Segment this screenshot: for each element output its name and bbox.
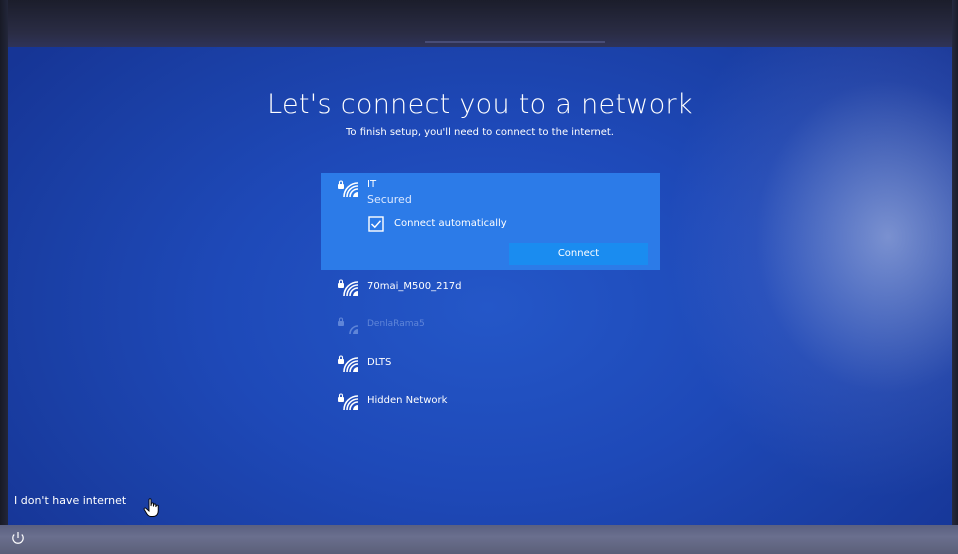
connect-button[interactable]: Connect [509,243,648,265]
connect-automatically-label: Connect automatically [394,218,507,229]
wifi-secured-icon [338,279,359,297]
network-list: IT Secured Connect automatically Connect… [321,173,661,422]
oobe-screen: Let's connect you to a network To finish… [8,47,952,525]
network-name: IT [367,179,377,190]
page-subtitle: To finish setup, you'll need to connect … [346,127,614,138]
wifi-secured-icon [338,355,359,373]
monitor-bezel-right [952,0,958,554]
wifi-secured-icon [338,393,359,411]
network-item-it[interactable]: IT Secured Connect automatically Connect [321,173,660,270]
network-name: Hidden Network [367,395,448,406]
monitor-bezel-left [0,0,8,554]
power-icon[interactable] [10,530,26,546]
network-name: 70mai_M500_217d [367,281,462,292]
page-title: Let's connect you to a network [267,89,693,120]
network-status: Secured [367,193,412,206]
monitor-bezel-top [0,0,958,47]
network-item-70mai[interactable]: 70mai_M500_217d [321,270,660,308]
network-item-hidden[interactable]: Hidden Network [321,384,660,422]
taskbar [0,525,958,554]
connect-automatically-checkbox[interactable] [368,216,384,232]
hand-cursor-icon [143,498,159,517]
network-item-dlts[interactable]: DLTS [321,346,660,384]
network-name: DenlaRama5 [367,319,425,329]
no-internet-link[interactable]: I don't have internet [14,494,126,507]
network-name: DLTS [367,357,392,368]
network-item-denlarama5[interactable]: DenlaRama5 [321,308,660,346]
wifi-secured-icon [338,180,359,198]
bezel-reflection [425,41,605,43]
wifi-secured-icon [338,317,359,335]
